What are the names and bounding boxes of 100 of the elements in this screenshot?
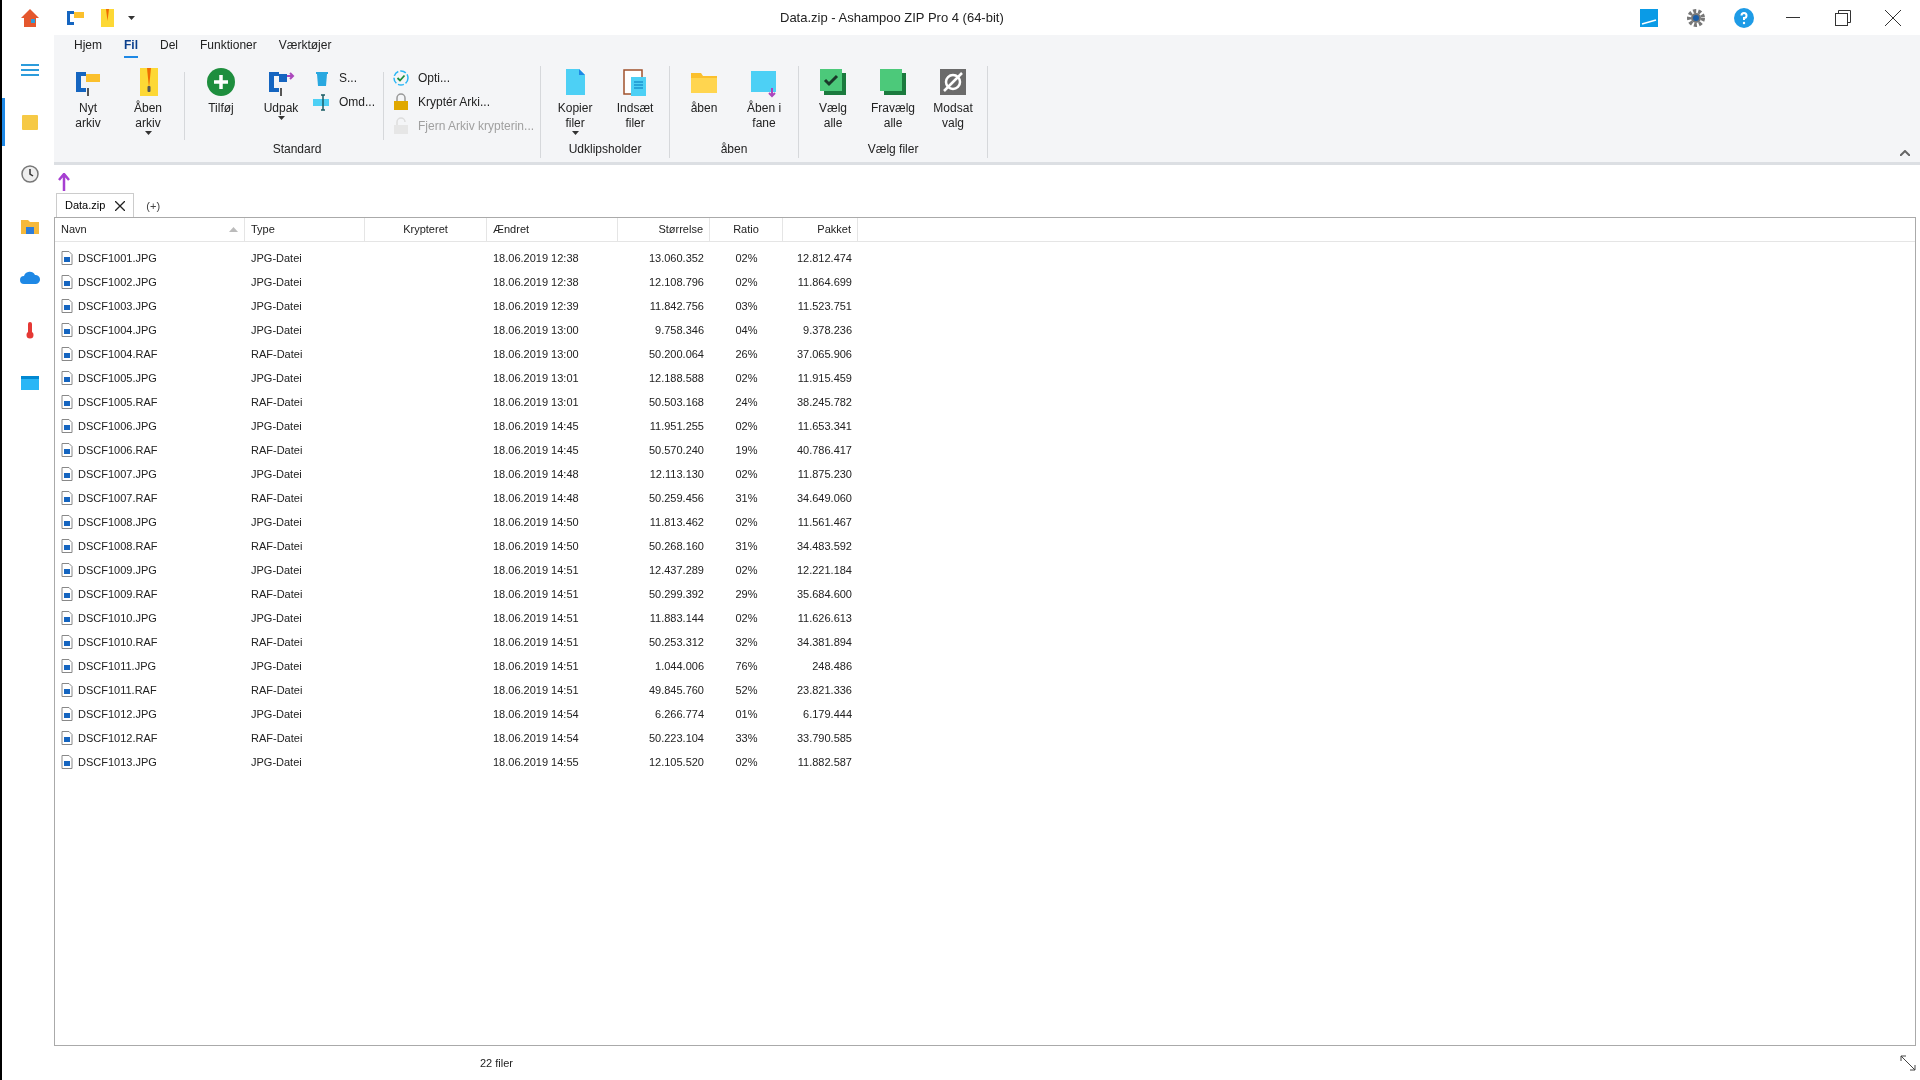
ribbon-button[interactable]: Kopier filer [547, 66, 604, 135]
table-cell-text: 50.503.168 [648, 394, 704, 410]
restore-icon [1835, 9, 1851, 26]
ribbon-tab[interactable]: Værktøjer [278, 36, 332, 58]
table-cell-text: DSCF1005.JPG [78, 370, 157, 386]
table-cell-text: 11.883.144 [649, 610, 704, 626]
table-cell-text: 11.915.459 [797, 370, 852, 386]
ribbon-button[interactable]: S... [313, 68, 375, 88]
table-cell-text: 31% [735, 490, 758, 506]
new-tab-button[interactable]: (+) [142, 195, 165, 217]
table-cell-text: 35.684.600 [796, 586, 852, 602]
column-header[interactable]: Størrelse [618, 218, 710, 241]
column-header[interactable]: Ændret [487, 218, 618, 241]
table-cell-text: DSCF1006.JPG [78, 418, 157, 434]
ribbon-button[interactable]: Fravælg alle [865, 66, 922, 131]
table-cell-text: 32% [735, 634, 758, 650]
table-cell-text: 50.299.392 [648, 586, 704, 602]
image-file-icon [61, 635, 73, 649]
column-header[interactable]: Ratio [710, 218, 783, 241]
ribbon-button[interactable]: Kryptér Arki... [392, 92, 535, 112]
ribbon-tab[interactable]: Del [160, 36, 179, 58]
document-tab[interactable]: Data.zip [56, 193, 135, 217]
table-cell-text: JPG-Datei [251, 754, 302, 770]
table-cell-text: 18.06.2019 13:00 [493, 322, 579, 338]
table-cell-text: 12.437.289 [648, 562, 704, 578]
table-cell-text: 24% [735, 394, 758, 410]
column-header[interactable]: Pakket [783, 218, 858, 241]
table-cell-text: 11.842.756 [649, 298, 704, 314]
table-cell-text: RAF-Datei [251, 442, 303, 458]
table-cell-text: 11.864.699 [797, 274, 852, 290]
ribbon-button[interactable]: Indsæt filer [607, 66, 664, 131]
table-cell-text: DSCF1009.RAF [78, 586, 158, 602]
table-cell-text: JPG-Datei [251, 658, 302, 674]
table-cell-text: 34.483.592 [796, 538, 852, 554]
table-cell-text: 18.06.2019 14:45 [493, 418, 579, 434]
image-file-icon [61, 755, 73, 769]
table-cell-text: 02% [735, 514, 758, 530]
table-cell-text: 9.758.346 [655, 322, 704, 338]
table-cell-text: 18.06.2019 14:50 [493, 538, 579, 554]
checkmark-circle-icon [392, 69, 410, 87]
table-cell-text: 18.06.2019 14:54 [493, 730, 579, 746]
table-cell-text: DSCF1007.JPG [78, 466, 157, 482]
ribbon-button[interactable]: Vælg alle [805, 66, 862, 131]
table-cell-text: 11.875.230 [797, 466, 852, 482]
table-cell-text: 18.06.2019 12:38 [493, 250, 579, 266]
ribbon-button[interactable]: Tilføj [193, 66, 249, 116]
column-header[interactable]: Navn [55, 218, 245, 241]
table-cell-text: 11.882.587 [797, 754, 852, 770]
ribbon-button[interactable]: Opti... [392, 68, 535, 88]
table-cell-text: 18.06.2019 14:51 [493, 634, 579, 650]
ribbon-button[interactable]: Omd... [313, 92, 375, 112]
table-cell-text: 50.259.456 [648, 490, 704, 506]
table-cell-text: 50.200.064 [648, 346, 704, 362]
ribbon-button[interactable]: Udpak [253, 66, 309, 120]
table-cell-text: 18.06.2019 13:01 [493, 370, 579, 386]
zipper-file-icon [98, 6, 116, 29]
image-file-icon [61, 491, 73, 505]
column-header[interactable]: Type [245, 218, 365, 241]
table-cell-text: DSCF1010.JPG [78, 610, 157, 626]
ribbon-button[interactable]: Modsat valg [925, 66, 982, 131]
table-cell-text: 04% [735, 322, 758, 338]
table-cell-text: DSCF1006.RAF [78, 442, 158, 458]
table-cell-text: 9.378.236 [803, 322, 852, 338]
ribbon-button[interactable]: Nyt arkiv [60, 66, 116, 131]
table-cell-text: DSCF1004.RAF [78, 346, 158, 362]
image-file-icon [61, 515, 73, 529]
table-cell-text: 11.626.613 [797, 610, 852, 626]
resize-icon [1900, 1055, 1916, 1071]
table-cell-text: JPG-Datei [251, 562, 302, 578]
image-file-icon [61, 275, 73, 289]
table-cell-text: 02% [735, 250, 758, 266]
settings-icon [1686, 7, 1706, 28]
table-cell-text: 18.06.2019 13:01 [493, 394, 579, 410]
window-title: Data.zip - Ashampoo ZIP Pro 4 (64-bit) [780, 8, 1004, 27]
group-label: Vælg filer [866, 141, 920, 158]
table-cell-text: 52% [735, 682, 758, 698]
table-cell-text: 19% [735, 442, 758, 458]
up-arrow-icon [58, 173, 70, 191]
table-cell-text: DSCF1013.JPG [78, 754, 157, 770]
group-label: Standard [271, 141, 323, 158]
ribbon-button[interactable]: Åben i fane [736, 66, 793, 131]
ribbon-button[interactable]: Åben arkiv [120, 66, 176, 135]
column-header[interactable]: Krypteret [365, 218, 487, 241]
ribbon-tab[interactable]: Fil [124, 36, 138, 58]
lock-icon [392, 93, 410, 111]
help-icon [1734, 7, 1754, 28]
ribbon-tab[interactable]: Hjem [74, 36, 102, 58]
table-cell-text: RAF-Datei [251, 394, 303, 410]
image-file-icon [61, 707, 73, 721]
ribbon-button[interactable]: åben [676, 66, 733, 116]
table-cell-text: 23.821.336 [796, 682, 852, 698]
status-text: 22 filer [480, 1055, 514, 1071]
table-cell-text: 18.06.2019 14:51 [493, 682, 579, 698]
table-cell-text: 29% [735, 586, 758, 602]
table-cell-text: DSCF1011.JPG [78, 658, 157, 674]
table-cell-text: JPG-Datei [251, 466, 302, 482]
image-file-icon [61, 587, 73, 601]
image-file-icon [61, 683, 73, 697]
table-cell-text: 18.06.2019 12:39 [493, 298, 579, 314]
ribbon-tab[interactable]: Funktioner [200, 36, 257, 58]
